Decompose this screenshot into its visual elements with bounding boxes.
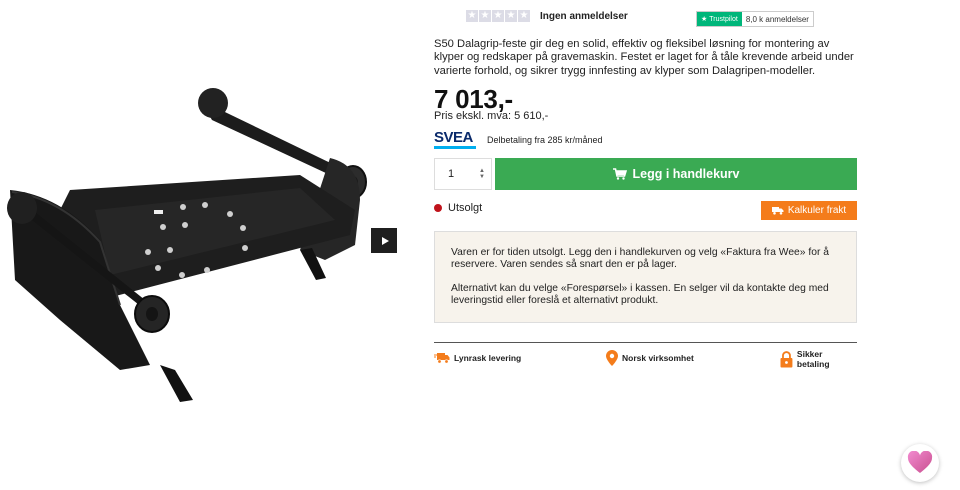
usp-norwegian: Norsk virksomhet [606,350,694,366]
quantity-value[interactable]: 1 [448,168,454,180]
usp-label: Lynrask levering [454,353,522,363]
usp-label: Norsk virksomhet [622,353,694,363]
price-ex-vat: Pris ekskl. mva: 5 610,- [434,110,549,122]
reviews-label: Ingen anmeldelser [540,10,628,22]
play-video-button[interactable] [371,228,397,253]
add-to-cart-button[interactable]: Legg i handlekurv [495,158,857,190]
trustpilot-count: 8,0 k anmeldelser [745,14,809,24]
rating-summary[interactable]: ★ ★ ★ ★ ★ Ingen anmeldelser [466,10,628,22]
lock-icon [780,350,793,367]
location-pin-icon [606,350,618,366]
trustpilot-badge: ★ Trustpilot [697,12,742,26]
star-icon: ★ [479,10,491,22]
freight-label: Kalkuler frakt [787,205,847,216]
cart-icon [612,168,627,180]
add-to-cart-label: Legg i handlekurv [632,167,740,181]
product-image[interactable] [0,70,380,410]
usp-row: Lynrask levering Norsk virksomhet Sikker… [434,349,857,369]
stepper-arrows[interactable]: ▲ ▼ [479,168,485,180]
calculate-freight-button[interactable]: Kalkuler frakt [761,201,857,220]
product-description: S50 Dalagrip-feste gir deg en solid, eff… [434,38,854,77]
usp-secure-payment: Sikker betaling [780,349,857,369]
usp-label: Sikker betaling [796,349,830,369]
financing-row: SVEA Delbetaling fra 285 kr/måned [434,130,857,149]
chat-widget-button[interactable] [901,444,939,482]
chevron-down-icon[interactable]: ▼ [479,174,485,180]
star-icon: ★ [466,10,478,22]
quantity-stepper[interactable]: 1 ▲ ▼ [434,158,492,190]
stock-status: Utsolgt [434,202,482,214]
financing-text: Delbetaling fra 285 kr/måned [487,135,603,145]
notice-paragraph: Alternativt kan du velge «Forespørsel» i… [451,282,829,307]
star-icon: ★ [492,10,504,22]
play-icon [381,236,389,245]
star-icon: ★ [505,10,517,22]
status-dot [434,204,442,212]
trustpilot-star-icon: ★ [701,16,708,23]
svea-logo: SVEA [434,130,476,149]
star-rating: ★ ★ ★ ★ ★ [466,10,530,22]
truck-icon [771,207,784,215]
stock-notice: Varen er for tiden utsolgt. Legg den i h… [434,231,857,323]
usp-delivery: Lynrask levering [434,352,521,364]
truck-icon [434,353,450,364]
notice-paragraph: Varen er for tiden utsolgt. Legg den i h… [451,247,829,271]
divider [434,342,857,343]
trustpilot-brand: Trustpilot [709,15,738,23]
trustpilot-widget[interactable]: ★ Trustpilot 8,0 k anmeldelser [696,11,814,27]
star-icon: ★ [518,10,530,22]
stock-status-label: Utsolgt [448,202,483,214]
chat-heart-icon [907,451,933,473]
